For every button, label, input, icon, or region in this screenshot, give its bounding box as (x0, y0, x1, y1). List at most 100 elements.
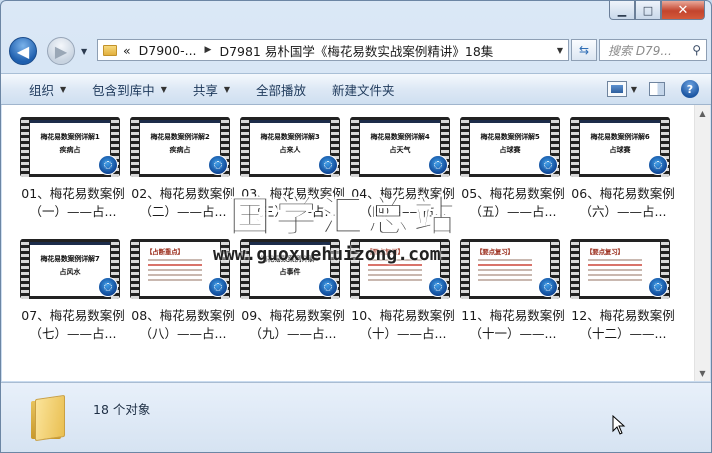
file-name[interactable]: 12、梅花易数案例（十二）——... (568, 307, 678, 343)
include-in-library-menu[interactable]: 包含到库中 ▼ (79, 80, 180, 99)
thumbnail-band (30, 120, 110, 123)
slide-text-line (588, 259, 642, 261)
film-strip-left (131, 117, 139, 177)
file-name[interactable]: 01、梅花易数案例（一）——占... (18, 185, 128, 221)
thumbnail-band (140, 120, 220, 123)
video-thumbnail[interactable]: 梅花易数案例详解4 占天气 (350, 117, 450, 177)
forward-arrow-icon: ▶ (54, 41, 68, 61)
slide-text-line (148, 264, 202, 266)
video-thumbnail[interactable]: 梅花易数案例详解1 疾病占 (20, 117, 120, 177)
thumbnail-band (30, 242, 110, 245)
video-thumbnail[interactable]: 梅花易数案例详解5 占球赛 (460, 117, 560, 177)
address-crumb-current[interactable]: D7981 易朴国学《梅花易数实战案例精讲》18集 (219, 41, 493, 60)
organize-menu[interactable]: 组织 ▼ (1, 80, 79, 99)
back-button[interactable]: ◀ (9, 37, 37, 65)
folder-large-icon (31, 394, 67, 442)
address-overflow[interactable]: « (123, 43, 131, 58)
video-thumbnail[interactable]: 梅花易数案例详解6 占球赛 (570, 117, 670, 177)
media-player-icon (98, 155, 118, 175)
thumbnail-title: 梅花易数案例详解6 (590, 133, 650, 141)
file-item[interactable]: 梅花易数案例详解5 占球赛 05、梅花易数案例（五）——占... (458, 117, 568, 221)
thumbnail-subtitle: 占球赛 (499, 146, 521, 154)
address-dropdown-icon[interactable]: ▼ (557, 46, 563, 55)
video-thumbnail[interactable]: 【要点复习】 (570, 239, 670, 299)
file-item[interactable]: 梅花易数案例详解7 占风水 07、梅花易数案例（七）——占... (18, 239, 128, 343)
address-bar[interactable]: « D7900-... ▶ D7981 易朴国学《梅花易数实战案例精讲》18集 … (97, 39, 569, 61)
slide-text-line (148, 269, 202, 271)
slide-text-line (478, 264, 532, 266)
media-player-icon (318, 277, 338, 297)
file-item[interactable]: 梅花易数案例详解1 疾病占 01、梅花易数案例（一）——占... (18, 117, 128, 221)
video-thumbnail[interactable]: 梅花易数案例详解2 疾病占 (130, 117, 230, 177)
slide-text-line (588, 269, 642, 271)
film-strip-left (21, 239, 29, 299)
new-folder-button[interactable]: 新建文件夹 (319, 80, 408, 99)
organize-label: 组织 (29, 82, 55, 98)
slide-text-line (148, 259, 202, 261)
thumbnail-title: 【要点复习】 (586, 248, 624, 256)
close-button[interactable]: ✕ (661, 1, 705, 20)
thumbnail-title: 梅花易数案例详解1 (40, 133, 100, 141)
film-strip-left (131, 239, 139, 299)
file-name[interactable]: 05、梅花易数案例（五）——占... (458, 185, 568, 221)
search-icon[interactable]: ⚲ (692, 43, 701, 57)
slide-text-line (478, 259, 532, 261)
play-all-button[interactable]: 全部播放 (243, 80, 319, 99)
thumbnail-band (360, 120, 440, 123)
play-all-label: 全部播放 (256, 82, 307, 98)
share-menu[interactable]: 共享 ▼ (180, 80, 243, 99)
item-count: 18 个对象 (93, 402, 151, 417)
video-thumbnail[interactable]: 【要点复习】 (460, 239, 560, 299)
thumbnail-title: 梅花易数案例详解3 (260, 133, 320, 141)
recent-pages-dropdown[interactable]: ▼ (81, 47, 87, 56)
file-name[interactable]: 08、梅花易数案例（八）——占... (128, 307, 238, 343)
chevron-right-icon[interactable]: ▶ (205, 45, 212, 55)
new-folder-label: 新建文件夹 (332, 82, 395, 98)
file-name[interactable]: 06、梅花易数案例（六）——占... (568, 185, 678, 221)
preview-pane-icon[interactable] (649, 82, 665, 96)
slide-text-line (588, 274, 642, 276)
file-item[interactable]: 【要点复习】 11、梅花易数案例（十一）——... (458, 239, 568, 343)
thumbnail-subtitle: 占风水 (59, 268, 81, 276)
file-item[interactable]: 梅花易数案例详解6 占球赛 06、梅花易数案例（六）——占... (568, 117, 678, 221)
file-name[interactable]: 07、梅花易数案例（七）——占... (18, 307, 128, 343)
thumbnail-band (250, 120, 330, 123)
scroll-down-icon[interactable]: ▼ (695, 365, 710, 381)
slide-text-line (148, 274, 202, 276)
slide-text-line (478, 269, 532, 271)
file-name[interactable]: 11、梅花易数案例（十一）——... (458, 307, 568, 343)
help-icon[interactable]: ? (681, 80, 699, 98)
video-thumbnail[interactable]: 梅花易数案例详解7 占风水 (20, 239, 120, 299)
slide-text-line (148, 279, 202, 281)
change-view-icon[interactable] (606, 81, 627, 97)
slide-text-line (588, 279, 642, 281)
slide-text-line (588, 264, 642, 266)
maximize-button[interactable]: □ (635, 1, 661, 20)
film-strip-left (241, 117, 249, 177)
media-player-icon (98, 277, 118, 297)
file-name[interactable]: 02、梅花易数案例（二）——占... (128, 185, 238, 221)
thumbnail-title: 梅花易数案例详解2 (150, 133, 210, 141)
scroll-up-icon[interactable]: ▲ (695, 105, 710, 121)
minimize-button[interactable]: ▁ (609, 1, 635, 20)
view-dropdown-icon[interactable]: ▼ (631, 85, 637, 94)
address-crumb-parent[interactable]: D7900-... (139, 43, 197, 58)
caret-down-icon: ▼ (60, 84, 67, 94)
refresh-icon: ⇆ (578, 43, 590, 57)
thumbnail-title: 【占断重点】 (146, 248, 184, 256)
thumbnail-title: 梅花易数案例详解7 (40, 255, 100, 263)
file-name[interactable]: 09、梅花易数案例（九）——占... (238, 307, 348, 343)
film-strip-left (461, 239, 469, 299)
forward-button[interactable]: ▶ (47, 37, 75, 65)
file-name[interactable]: 10、梅花易数案例（十）——占... (348, 307, 458, 343)
vertical-scrollbar[interactable]: ▲ ▼ (694, 105, 710, 381)
video-thumbnail[interactable]: 梅花易数案例详解3 占来人 (240, 117, 340, 177)
caption-buttons: ▁ □ ✕ (609, 1, 705, 20)
command-bar: 组织 ▼ 包含到库中 ▼ 共享 ▼ 全部播放 新建文件夹 ▼ ? (1, 73, 711, 105)
media-player-icon (208, 277, 228, 297)
slide-text-line (368, 279, 422, 281)
refresh-button[interactable]: ⇆ (571, 39, 597, 61)
file-item[interactable]: 梅花易数案例详解2 疾病占 02、梅花易数案例（二）——占... (128, 117, 238, 221)
file-item[interactable]: 【要点复习】 12、梅花易数案例（十二）——... (568, 239, 678, 343)
search-input[interactable]: 搜索 D79... ⚲ (599, 39, 707, 61)
